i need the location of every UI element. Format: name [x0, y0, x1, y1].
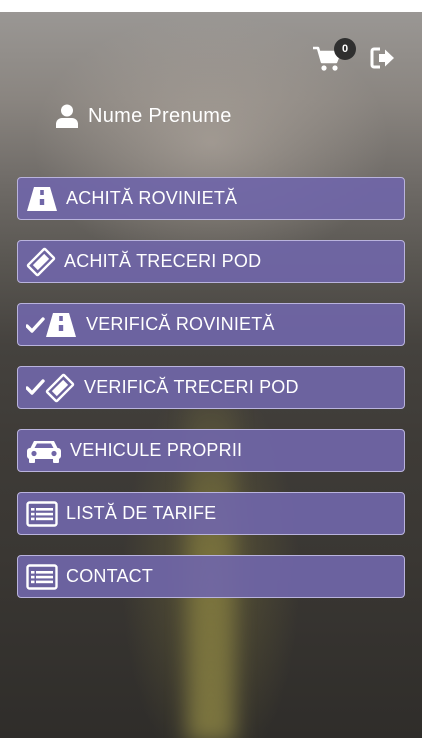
- user-icon: [56, 104, 78, 128]
- menu-item-label: CONTACT: [66, 566, 154, 586]
- app-screen: 0 Nume Prenume ACHITĂ ROVINIETĂ ACHITĂ T…: [0, 12, 422, 738]
- menu-item-label: ACHITĂ ROVINIETĂ: [66, 188, 238, 208]
- menu-item-verifica-rovinieta[interactable]: VERIFICĂ ROVINIETĂ: [17, 303, 405, 346]
- logout-button[interactable]: [370, 46, 398, 74]
- menu-item-achita-rovinieta[interactable]: ACHITĂ ROVINIETĂ: [17, 177, 405, 220]
- menu-item-contact[interactable]: CONTACT: [17, 555, 405, 598]
- menu-item-vehicule-proprii[interactable]: VEHICULE PROPRII: [17, 429, 405, 472]
- menu-item-achita-treceri-pod[interactable]: ACHITĂ TRECERI POD: [17, 240, 405, 283]
- main-menu: ACHITĂ ROVINIETĂ ACHITĂ TRECERI POD VERI…: [17, 177, 405, 618]
- cart-count-badge: 0: [334, 38, 356, 60]
- menu-item-label: LISTĂ DE TARIFE: [66, 503, 217, 523]
- menu-item-label: VEHICULE PROPRII: [70, 440, 243, 460]
- list-icon: [26, 556, 58, 597]
- cart-button[interactable]: 0: [312, 38, 356, 76]
- menu-item-label: ACHITĂ TRECERI POD: [64, 251, 262, 271]
- car-icon: [26, 430, 62, 471]
- list-icon: [26, 493, 58, 534]
- road-icon: [26, 178, 58, 219]
- sign-out-icon: [370, 47, 394, 69]
- menu-item-label: VERIFICĂ ROVINIETĂ: [86, 314, 275, 334]
- ticket-icon: [26, 241, 56, 282]
- menu-item-lista-de-tarife[interactable]: LISTĂ DE TARIFE: [17, 492, 405, 535]
- user-profile: Nume Prenume: [56, 104, 232, 128]
- check-road-icon: [26, 304, 78, 345]
- menu-item-verifica-treceri-pod[interactable]: VERIFICĂ TRECERI POD: [17, 366, 405, 409]
- check-ticket-icon: [26, 367, 76, 408]
- top-bar: 0: [312, 38, 398, 76]
- user-name: Nume Prenume: [88, 104, 232, 127]
- menu-item-label: VERIFICĂ TRECERI POD: [84, 377, 299, 397]
